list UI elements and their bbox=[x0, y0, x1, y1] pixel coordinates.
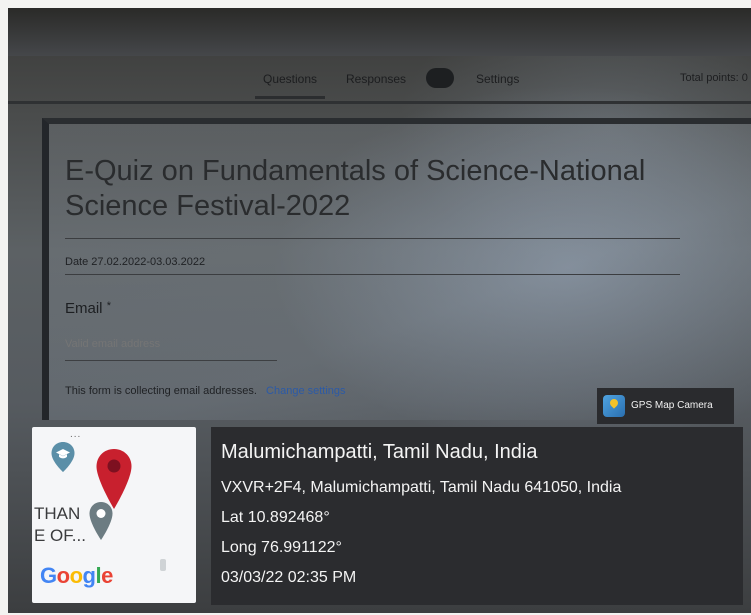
form-title[interactable]: E-Quiz on Fundamentals of Science-Nation… bbox=[65, 154, 705, 224]
tab-responses[interactable]: Responses bbox=[346, 72, 406, 86]
map-scroll-marker bbox=[160, 559, 166, 571]
gps-camera-badge: GPS Map Camera bbox=[597, 388, 734, 424]
tab-settings[interactable]: Settings bbox=[476, 72, 519, 86]
longitude-value: Long 76.991122° bbox=[221, 539, 342, 556]
email-question-label: Email * bbox=[65, 300, 111, 317]
email-field-underline bbox=[65, 360, 277, 361]
location-title: Malumichampatti, Tamil Nadu, India bbox=[221, 441, 538, 463]
form-header-card: E-Quiz on Fundamentals of Science-Nation… bbox=[42, 118, 751, 420]
latitude-value: Lat 10.892468° bbox=[221, 509, 330, 526]
gps-camera-app-name: GPS Map Camera bbox=[631, 400, 713, 411]
gps-info-panel: Malumichampatti, Tamil Nadu, India VXVR+… bbox=[211, 427, 743, 605]
form-description[interactable]: Date 27.02.2022-03.03.2022 bbox=[65, 256, 205, 268]
title-divider bbox=[65, 238, 680, 239]
email-label-text: Email bbox=[65, 300, 103, 317]
email-field[interactable] bbox=[65, 338, 275, 350]
tab-questions[interactable]: Questions bbox=[254, 72, 326, 99]
collecting-notice-text: This form is collecting email addresses. bbox=[65, 385, 257, 397]
google-logo: Google bbox=[40, 563, 113, 588]
form-tab-bar: Questions Responses Settings Total point… bbox=[8, 56, 751, 104]
map-place-label: THAN E OF... bbox=[34, 503, 86, 547]
total-points-label: Total points: 0 bbox=[680, 72, 748, 84]
timestamp-value: 03/03/22 02:35 PM bbox=[221, 569, 357, 586]
gps-camera-icon bbox=[603, 395, 625, 417]
place-pin-icon bbox=[89, 502, 113, 540]
monitor-bezel bbox=[8, 8, 751, 56]
responses-count-badge bbox=[426, 68, 454, 88]
more-dots: ... bbox=[70, 429, 82, 440]
location-address: VXVR+2F4, Malumichampatti, Tamil Nadu 64… bbox=[221, 479, 622, 496]
required-asterisk: * bbox=[106, 300, 111, 312]
school-pin-icon bbox=[51, 442, 75, 472]
change-settings-link[interactable]: Change settings bbox=[266, 385, 346, 397]
email-collection-notice: This form is collecting email addresses.… bbox=[65, 385, 346, 397]
map-label-line1: THAN bbox=[34, 504, 81, 523]
map-thumbnail: ... THAN E OF... Google bbox=[32, 427, 196, 603]
map-label-line2: E OF... bbox=[34, 526, 86, 545]
description-divider bbox=[65, 274, 680, 275]
